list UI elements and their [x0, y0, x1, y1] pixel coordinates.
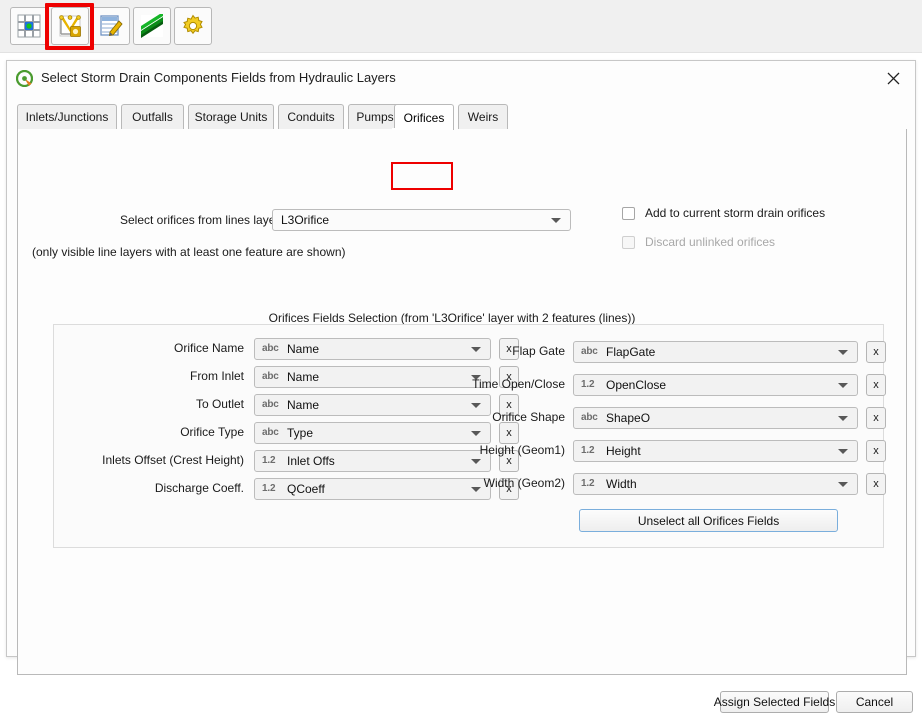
- chevron-down-icon: [838, 449, 848, 454]
- field-value: Inlet Offs: [287, 454, 335, 468]
- tab-bar: Inlets/Junctions Outfalls Storage Units …: [17, 104, 907, 129]
- settings-gear-icon-button[interactable]: [174, 7, 212, 45]
- hydraulic-layers-icon-button[interactable]: [51, 7, 89, 45]
- field-label: Inlets Offset (Crest Height): [62, 453, 244, 467]
- cancel-button[interactable]: Cancel: [836, 691, 913, 713]
- field-value: Name: [287, 370, 319, 384]
- tab-label: Storage Units: [195, 110, 268, 124]
- clear-field-button-flap-gate[interactable]: x: [866, 341, 886, 363]
- tab-label: Conduits: [287, 110, 334, 124]
- add-to-current-label: Add to current storm drain orifices: [645, 206, 825, 220]
- field-type-badge: abc: [581, 346, 598, 357]
- dialog-title: Select Storm Drain Components Fields fro…: [41, 70, 396, 85]
- field-type-badge: abc: [581, 412, 598, 423]
- tab-label: Outfalls: [132, 110, 173, 124]
- chevron-down-icon: [838, 482, 848, 487]
- unselect-all-orifices-fields-button[interactable]: Unselect all Orifices Fields: [579, 509, 838, 532]
- tab-seam-mask: [392, 128, 452, 130]
- field-label: Flap Gate: [417, 344, 565, 358]
- field-value: Type: [287, 426, 313, 440]
- field-value: OpenClose: [606, 378, 666, 392]
- field-type-badge: 1.2: [581, 445, 594, 456]
- assign-selected-fields-button[interactable]: Assign Selected Fields: [720, 691, 829, 713]
- field-type-badge: 1.2: [581, 478, 594, 489]
- clear-field-button-orifice-shape[interactable]: x: [866, 407, 886, 429]
- tab-conduits[interactable]: Conduits: [278, 104, 344, 129]
- field-type-badge: 1.2: [581, 379, 594, 390]
- tab-storage-units[interactable]: Storage Units: [188, 104, 274, 129]
- field-value: FlapGate: [606, 345, 655, 359]
- field-value: Height: [606, 444, 641, 458]
- field-combobox-orifice-shape[interactable]: abc ShapeO: [573, 407, 858, 429]
- field-combobox-width-geom2[interactable]: 1.2 Width: [573, 473, 858, 495]
- lines-layer-combobox[interactable]: L3Orifice: [272, 209, 571, 231]
- edit-table-icon: [99, 14, 123, 38]
- layout-grid-icon: [17, 14, 41, 38]
- field-type-badge: abc: [262, 371, 279, 382]
- select-fields-dialog: Select Storm Drain Components Fields fro…: [6, 60, 916, 657]
- field-combobox-flap-gate[interactable]: abc FlapGate: [573, 341, 858, 363]
- field-value: QCoeff: [287, 482, 325, 496]
- qgis-icon: [16, 70, 33, 87]
- chevron-down-icon: [838, 350, 848, 355]
- discard-unlinked-checkbox: [622, 236, 635, 249]
- dialog-titlebar: Select Storm Drain Components Fields fro…: [7, 61, 915, 95]
- clear-field-button-time-open-close[interactable]: x: [866, 374, 886, 396]
- add-to-current-checkbox-row[interactable]: Add to current storm drain orifices: [622, 206, 825, 220]
- tab-orifices[interactable]: Orifices: [394, 104, 454, 130]
- profile-icon: [140, 14, 164, 38]
- tab-label: Orifices: [404, 111, 445, 125]
- field-label: Width (Geom2): [417, 476, 565, 490]
- layer-select-label: Select orifices from lines layer: [120, 213, 279, 227]
- field-label: From Inlet: [62, 369, 244, 383]
- hydraulic-layers-icon: [58, 14, 82, 38]
- clear-field-button-width-geom2[interactable]: x: [866, 473, 886, 495]
- chevron-down-icon: [551, 218, 561, 223]
- tab-weirs[interactable]: Weirs: [458, 104, 508, 129]
- field-label: Time Open/Close: [417, 377, 565, 391]
- field-value: Width: [606, 477, 637, 491]
- field-label: Height (Geom1): [417, 443, 565, 457]
- lines-layer-value: L3Orifice: [281, 213, 329, 227]
- field-type-badge: 1.2: [262, 483, 275, 494]
- clear-field-button-orifice-type[interactable]: x: [499, 422, 519, 444]
- profile-icon-button[interactable]: [133, 7, 171, 45]
- clear-field-button-height-geom1[interactable]: x: [866, 440, 886, 462]
- field-type-badge: abc: [262, 343, 279, 354]
- field-combobox-orifice-type[interactable]: abc Type: [254, 422, 491, 444]
- field-label: Orifice Type: [62, 425, 244, 439]
- layout-grid-icon-button[interactable]: [10, 7, 48, 45]
- chevron-down-icon: [471, 459, 481, 464]
- add-to-current-checkbox[interactable]: [622, 207, 635, 220]
- fields-group-title: Orifices Fields Selection (from 'L3Orifi…: [7, 311, 897, 325]
- chevron-down-icon: [838, 383, 848, 388]
- edit-table-icon-button[interactable]: [92, 7, 130, 45]
- field-label: Orifice Name: [62, 341, 244, 355]
- field-value: Name: [287, 398, 319, 412]
- field-label: Discharge Coeff.: [62, 481, 244, 495]
- tab-outfalls[interactable]: Outfalls: [121, 104, 184, 129]
- chevron-down-icon: [471, 403, 481, 408]
- field-type-badge: abc: [262, 427, 279, 438]
- field-type-badge: abc: [262, 399, 279, 410]
- tab-label: Weirs: [468, 110, 498, 124]
- settings-gear-icon: [181, 14, 205, 38]
- chevron-down-icon: [471, 431, 481, 436]
- discard-unlinked-label: Discard unlinked orifices: [645, 235, 775, 249]
- field-combobox-time-open-close[interactable]: 1.2 OpenClose: [573, 374, 858, 396]
- close-icon[interactable]: [871, 61, 915, 95]
- field-combobox-height-geom1[interactable]: 1.2 Height: [573, 440, 858, 462]
- field-label: Orifice Shape: [417, 410, 565, 424]
- tab-label: Inlets/Junctions: [26, 110, 109, 124]
- discard-unlinked-checkbox-row: Discard unlinked orifices: [622, 235, 775, 249]
- chevron-down-icon: [838, 416, 848, 421]
- field-type-badge: 1.2: [262, 455, 275, 466]
- tab-inlets-junctions[interactable]: Inlets/Junctions: [17, 104, 117, 129]
- layer-hint-text: (only visible line layers with at least …: [32, 245, 346, 259]
- main-toolbar: [0, 0, 922, 53]
- field-value: ShapeO: [606, 411, 650, 425]
- tab-label: Pumps: [356, 110, 393, 124]
- field-value: Name: [287, 342, 319, 356]
- field-label: To Outlet: [62, 397, 244, 411]
